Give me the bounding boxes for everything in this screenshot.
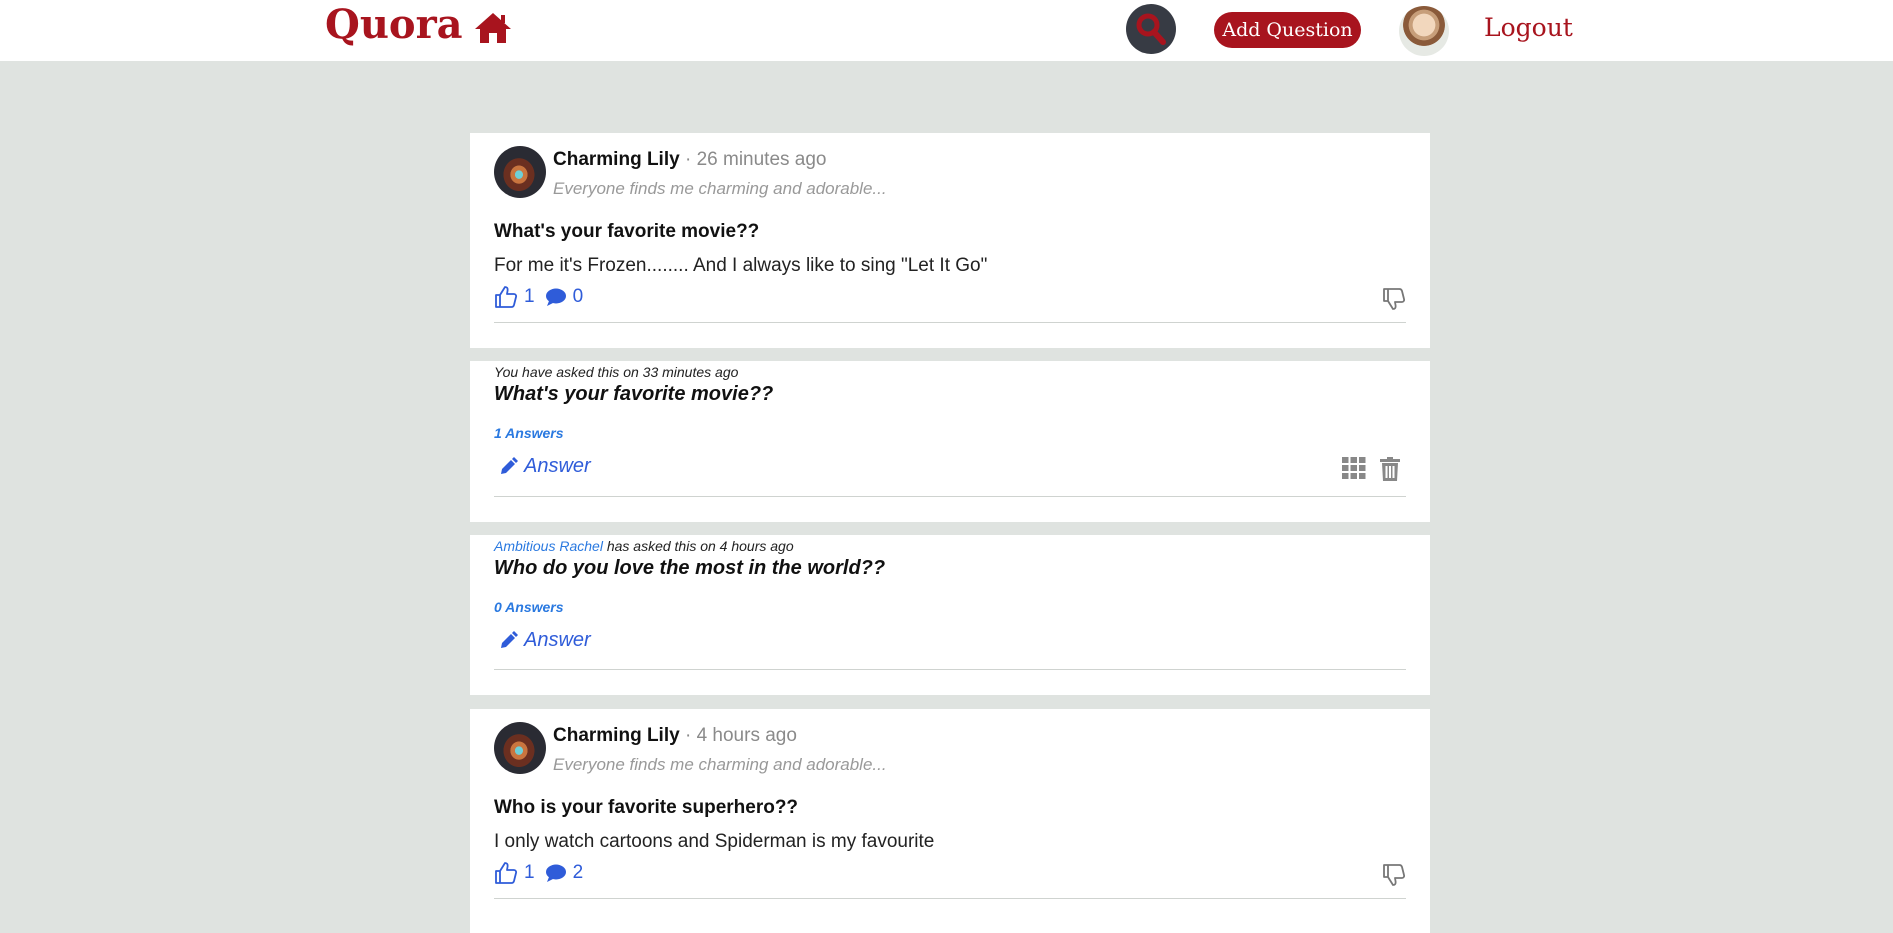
avatar[interactable] xyxy=(1399,6,1449,56)
user-tagline: Everyone finds me charming and adorable.… xyxy=(553,755,887,774)
home-icon[interactable] xyxy=(473,11,513,45)
user-name-text[interactable]: Charming Lily xyxy=(553,149,680,170)
asked-info: Ambitious Rachel has asked this on 4 hou… xyxy=(494,538,794,554)
asked-suffix: has asked this on 4 hours ago xyxy=(606,538,794,554)
comment-button[interactable]: 2 xyxy=(545,862,584,884)
question-title[interactable]: What's your favorite movie?? xyxy=(494,383,773,406)
question-card: Ambitious Rachel has asked this on 4 hou… xyxy=(470,535,1430,695)
pencil-icon xyxy=(501,456,518,474)
like-count: 1 xyxy=(524,286,535,307)
answer-button[interactable]: Answer xyxy=(498,629,591,652)
answer-label: Answer xyxy=(524,455,591,477)
question-title[interactable]: Who is your favorite superhero?? xyxy=(494,797,798,819)
user-tagline: Everyone finds me charming and adorable.… xyxy=(553,179,887,198)
question-card: You have asked this on 33 minutes ago Wh… xyxy=(470,361,1430,522)
post-actions: 1 2 xyxy=(494,861,583,885)
user-name[interactable]: Charming Lily · 26 minutes ago xyxy=(553,149,827,171)
quora-logo[interactable]: Quora xyxy=(325,0,463,50)
trash-icon[interactable] xyxy=(1380,457,1400,485)
answer-card: Charming Lily · 26 minutes ago Everyone … xyxy=(470,133,1430,348)
user-avatar[interactable] xyxy=(494,722,546,774)
question-title[interactable]: What's your favorite movie?? xyxy=(494,221,759,243)
answers-count[interactable]: 0 Answers xyxy=(494,599,564,615)
like-button[interactable]: 1 xyxy=(494,861,535,885)
like-button[interactable]: 1 xyxy=(494,285,535,309)
comment-icon xyxy=(545,864,566,882)
divider xyxy=(494,898,1406,899)
post-time: 4 hours ago xyxy=(696,725,797,746)
divider xyxy=(494,496,1406,497)
search-button[interactable] xyxy=(1126,4,1176,54)
question-title[interactable]: Who do you love the most in the world?? xyxy=(494,557,885,580)
comment-count: 0 xyxy=(572,286,584,307)
comment-count: 2 xyxy=(572,862,584,883)
like-count: 1 xyxy=(524,862,535,883)
answer-text: I only watch cartoons and Spiderman is m… xyxy=(494,831,935,852)
thumbs-down-icon[interactable] xyxy=(1382,287,1406,311)
user-name-text[interactable]: Charming Lily xyxy=(553,725,680,746)
asker-link[interactable]: Ambitious Rachel xyxy=(494,538,603,554)
logout-link[interactable]: Logout xyxy=(1484,13,1573,42)
answers-count[interactable]: 1 Answers xyxy=(494,425,564,441)
top-navbar: Quora Add Question Logout xyxy=(0,0,1893,61)
thumbs-up-icon xyxy=(495,286,518,308)
post-actions: 1 0 xyxy=(494,285,583,309)
answer-button[interactable]: Answer xyxy=(498,455,591,478)
thumbs-down-icon[interactable] xyxy=(1382,863,1406,887)
question-tools xyxy=(1342,457,1400,485)
divider xyxy=(494,322,1406,323)
comment-button[interactable]: 0 xyxy=(545,286,584,308)
thumbs-up-icon xyxy=(495,862,518,884)
comment-icon xyxy=(545,288,566,306)
search-icon xyxy=(1136,13,1166,45)
asked-info: You have asked this on 33 minutes ago xyxy=(494,364,739,380)
user-avatar[interactable] xyxy=(494,146,546,198)
add-question-button[interactable]: Add Question xyxy=(1214,12,1361,48)
post-time: 26 minutes ago xyxy=(696,149,827,170)
grid-icon[interactable] xyxy=(1342,457,1366,485)
divider xyxy=(494,669,1406,670)
answer-text: For me it's Frozen........ And I always … xyxy=(494,255,988,276)
answer-card: Charming Lily · 4 hours ago Everyone fin… xyxy=(470,709,1430,933)
pencil-icon xyxy=(501,630,518,648)
answer-label: Answer xyxy=(524,629,591,651)
user-name[interactable]: Charming Lily · 4 hours ago xyxy=(553,725,797,747)
